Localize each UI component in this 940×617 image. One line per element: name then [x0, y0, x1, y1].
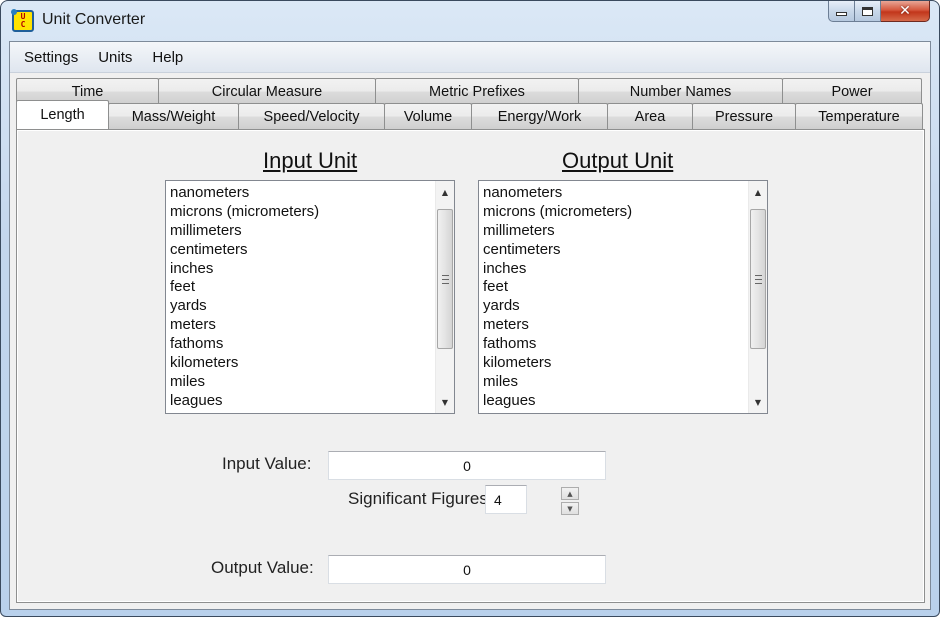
- tab-speed-velocity[interactable]: Speed/Velocity: [238, 103, 385, 129]
- input-unit-item[interactable]: nanometers: [169, 183, 434, 202]
- scroll-down-arrow-icon[interactable]: ▼: [749, 393, 767, 411]
- minimize-button[interactable]: [828, 1, 855, 22]
- title-bar[interactable]: U C Unit Converter ✕: [1, 1, 939, 41]
- caption-buttons: ✕: [828, 1, 930, 26]
- input-unit-item[interactable]: kilometers: [169, 353, 434, 372]
- close-button[interactable]: ✕: [881, 1, 930, 22]
- tab-area[interactable]: Area: [607, 103, 693, 129]
- tab-length[interactable]: Length: [16, 100, 109, 129]
- input-value-label: Input Value:: [222, 454, 312, 473]
- scroll-up-arrow-icon[interactable]: ▲: [749, 183, 767, 201]
- tab-panel-inner: [17, 130, 924, 602]
- app-window: U C Unit Converter ✕ Settings Units Help…: [0, 0, 940, 617]
- input-value-field[interactable]: 0: [328, 451, 606, 480]
- input-unit-item[interactable]: feet: [169, 277, 434, 296]
- input-unit-scrollbar[interactable]: ▲ ▼: [435, 181, 454, 413]
- significant-figures-field[interactable]: 4: [485, 485, 527, 514]
- maximize-icon: [862, 6, 873, 16]
- scroll-down-arrow-icon[interactable]: ▼: [436, 393, 454, 411]
- input-unit-item[interactable]: inches: [169, 259, 434, 278]
- output-unit-title: Output Unit: [562, 148, 674, 173]
- input-unit-title: Input Unit: [263, 148, 358, 173]
- output-unit-item[interactable]: meters: [482, 315, 747, 334]
- output-unit-item[interactable]: miles: [482, 372, 747, 391]
- scroll-thumb[interactable]: [750, 209, 766, 349]
- output-unit-scrollbar[interactable]: ▲ ▼: [748, 181, 767, 413]
- tab-temperature[interactable]: Temperature: [795, 103, 923, 129]
- output-unit-listbox[interactable]: nanometers microns (micrometers) millime…: [478, 180, 768, 414]
- output-value-label: Output Value:: [211, 558, 314, 577]
- tab-mass-weight[interactable]: Mass/Weight: [108, 103, 239, 129]
- output-unit-item[interactable]: feet: [482, 277, 747, 296]
- input-unit-listbox[interactable]: nanometers microns (micrometers) millime…: [165, 180, 455, 414]
- output-unit-item[interactable]: millimeters: [482, 221, 747, 240]
- output-unit-item[interactable]: centimeters: [482, 240, 747, 259]
- tab-power[interactable]: Power: [782, 78, 922, 104]
- output-unit-items: nanometers microns (micrometers) millime…: [482, 183, 747, 410]
- input-unit-item[interactable]: fathoms: [169, 334, 434, 353]
- input-unit-item[interactable]: yards: [169, 296, 434, 315]
- significant-figures-label: Significant Figures:: [348, 489, 493, 508]
- grip-icon: [754, 274, 762, 284]
- menu-settings[interactable]: Settings: [14, 49, 88, 66]
- menu-bar: Settings Units Help: [10, 42, 930, 73]
- menu-help[interactable]: Help: [142, 49, 193, 66]
- output-unit-item[interactable]: leagues: [482, 391, 747, 410]
- output-unit-item[interactable]: fathoms: [482, 334, 747, 353]
- tab-volume[interactable]: Volume: [384, 103, 472, 129]
- spin-down-icon[interactable]: ▼: [561, 502, 579, 515]
- menu-units[interactable]: Units: [88, 49, 142, 66]
- grip-icon: [441, 274, 449, 284]
- window-title: Unit Converter: [42, 11, 146, 28]
- output-value-field[interactable]: 0: [328, 555, 606, 584]
- input-unit-item[interactable]: centimeters: [169, 240, 434, 259]
- length-tab-panel: Input Unit nanometers microns (micromete…: [16, 129, 925, 603]
- tab-metric-prefixes[interactable]: Metric Prefixes: [375, 78, 579, 104]
- spin-up-icon[interactable]: ▲: [561, 487, 579, 500]
- tab-energy-work[interactable]: Energy/Work: [471, 103, 608, 129]
- minimize-icon: [836, 12, 847, 16]
- input-unit-item[interactable]: meters: [169, 315, 434, 334]
- input-unit-item[interactable]: miles: [169, 372, 434, 391]
- tab-row-front: Length Mass/Weight Speed/Velocity Volume…: [16, 100, 923, 129]
- output-unit-item[interactable]: microns (micrometers): [482, 202, 747, 221]
- tab-row-back: Time Circular Measure Metric Prefixes Nu…: [16, 78, 922, 104]
- input-unit-items: nanometers microns (micrometers) millime…: [169, 183, 434, 410]
- input-unit-item[interactable]: millimeters: [169, 221, 434, 240]
- scroll-thumb[interactable]: [437, 209, 453, 349]
- client-area: Settings Units Help Time Circular Measur…: [9, 41, 931, 610]
- input-unit-item[interactable]: microns (micrometers): [169, 202, 434, 221]
- significant-figures-spinner[interactable]: ▲ ▼: [561, 487, 579, 516]
- input-unit-item[interactable]: leagues: [169, 391, 434, 410]
- output-unit-item[interactable]: nanometers: [482, 183, 747, 202]
- tab-circular-measure[interactable]: Circular Measure: [158, 78, 376, 104]
- app-logo-icon: U C: [11, 9, 34, 32]
- tab-number-names[interactable]: Number Names: [578, 78, 783, 104]
- output-unit-item[interactable]: kilometers: [482, 353, 747, 372]
- tab-pressure[interactable]: Pressure: [692, 103, 796, 129]
- output-unit-item[interactable]: yards: [482, 296, 747, 315]
- maximize-button[interactable]: [855, 1, 881, 22]
- scroll-up-arrow-icon[interactable]: ▲: [436, 183, 454, 201]
- output-unit-item[interactable]: inches: [482, 259, 747, 278]
- app-logo-letter-c: C: [20, 20, 26, 29]
- close-icon: ✕: [899, 3, 911, 19]
